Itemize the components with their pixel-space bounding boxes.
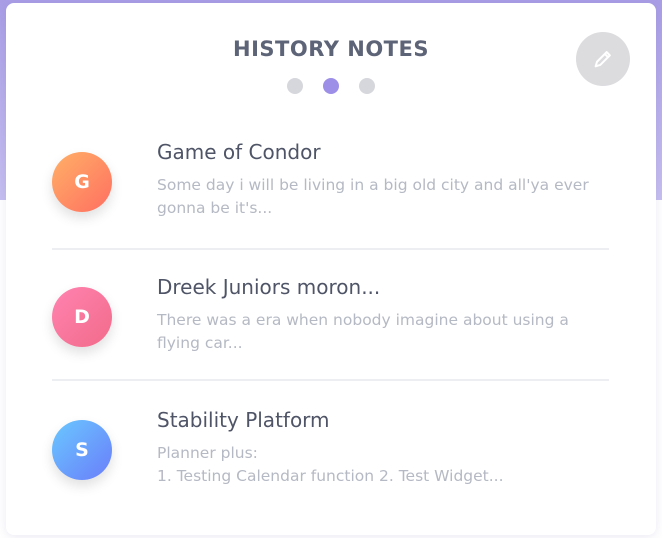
divider — [52, 379, 609, 381]
note-title: Stability Platform — [157, 408, 330, 432]
note-preview-line: Planner plus: — [157, 444, 258, 462]
note-title: Game of Condor — [157, 140, 321, 164]
note-item[interactable]: G Game of Condor Some day i will be livi… — [52, 118, 612, 248]
note-preview-line: 1. Testing Calendar function 2. Test Wid… — [157, 467, 504, 485]
edit-button[interactable] — [576, 32, 630, 86]
note-preview: Planner plus: 1. Testing Calendar functi… — [157, 442, 597, 488]
avatar: S — [52, 420, 112, 480]
pagination-dots — [287, 78, 377, 96]
note-item[interactable]: S Stability Platform Planner plus: 1. Te… — [52, 386, 612, 516]
avatar: D — [52, 287, 112, 347]
pencil-icon — [594, 51, 611, 68]
history-notes-card: HISTORY NOTES G Game of Condor Some day … — [6, 3, 656, 535]
pagination-dot-1[interactable] — [287, 78, 303, 94]
note-item[interactable]: D Dreek Juniors moron... There was a era… — [52, 253, 612, 383]
note-preview: There was a era when nobody imagine abou… — [157, 311, 569, 352]
pagination-dot-3[interactable] — [359, 78, 375, 94]
note-title: Dreek Juniors moron... — [157, 275, 381, 299]
pagination-dot-2-active[interactable] — [323, 78, 339, 94]
page-title: HISTORY NOTES — [233, 37, 429, 61]
avatar: G — [52, 152, 112, 212]
divider — [52, 248, 609, 250]
note-preview: Some day i will be living in a big old c… — [157, 176, 589, 217]
